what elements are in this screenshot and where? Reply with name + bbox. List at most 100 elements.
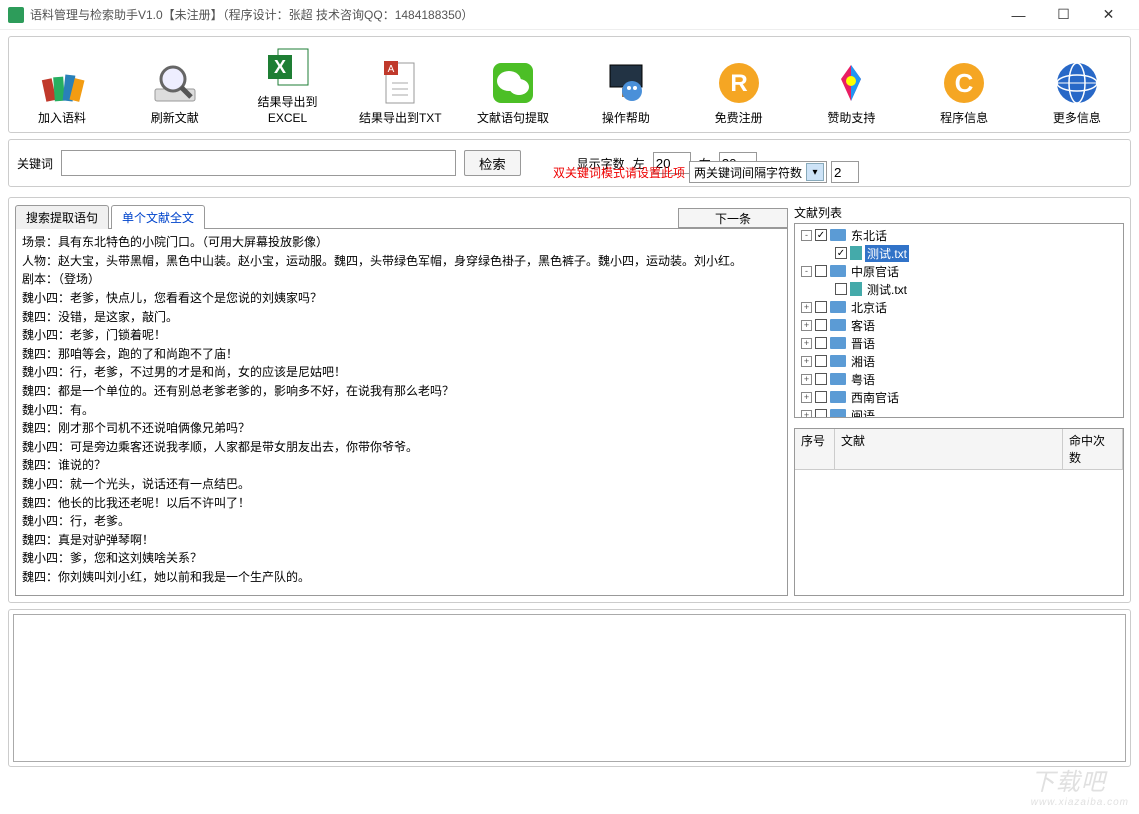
text-line: 魏四：他长的比我还老呢！以后不许叫了！ <box>22 494 781 513</box>
log-textarea[interactable] <box>13 614 1126 762</box>
tree-checkbox[interactable] <box>835 247 847 259</box>
tree-label: 湘语 <box>849 353 877 370</box>
minimize-button[interactable]: — <box>996 1 1041 29</box>
text-line: 魏四：没错，是这家，敲门。 <box>22 308 781 327</box>
toolbar-label: 更多信息 <box>1053 111 1101 127</box>
toolbar: 加入语料 刷新文献 X结果导出到EXCELA结果导出到TXT 文献语句提取 操作帮助R免… <box>13 41 1126 128</box>
tree-file[interactable]: 测试.txt <box>797 280 1121 298</box>
separator-combo[interactable]: 两关键词间隔字符数 ▾ <box>689 161 827 183</box>
text-line: 剧本：（登场） <box>22 270 781 289</box>
file-icon <box>850 246 862 260</box>
tree-toggle-icon[interactable]: - <box>801 266 812 277</box>
tree-folder[interactable]: + 闽语 <box>797 406 1121 418</box>
magnifier-icon <box>151 59 199 107</box>
toolbar-item-books[interactable]: 加入语料 <box>13 41 111 128</box>
toolbar-label: 免费注册 <box>715 111 763 127</box>
th-hits[interactable]: 命中次数 <box>1063 429 1123 469</box>
folder-icon <box>830 337 846 349</box>
tab-search-extract[interactable]: 搜索提取语句 <box>15 205 109 229</box>
toolbar-item-info[interactable]: C程序信息 <box>915 41 1013 128</box>
toolbar-item-sponsor[interactable]: 赞助支持 <box>802 41 900 128</box>
text-line: 魏四：真是对驴弹琴啊！ <box>22 531 781 550</box>
status-line: 当前显示的文献：测试，共计809字 <box>22 594 781 596</box>
toolbar-item-help[interactable]: 操作帮助 <box>577 41 675 128</box>
text-line: 魏小四：行，老爹，不过男的才是和尚，女的应该是尼姑吧！ <box>22 363 781 382</box>
tree-toggle-icon[interactable]: + <box>801 356 812 367</box>
text-line: 魏四：都是一个单位的。还有别总老爹老爹的，影响多不好，在说我有那么老吗？ <box>22 382 781 401</box>
toolbar-label: 结果导出到TXT <box>359 111 442 127</box>
window-title: 语料管理与检索助手V1.0【未注册】（程序设计：张超 技术咨询QQ：148418… <box>30 6 996 23</box>
tree-label: 粤语 <box>849 371 877 388</box>
chevron-down-icon[interactable]: ▾ <box>806 163 824 181</box>
tree-label: 闽语 <box>849 407 877 419</box>
tree-toggle-icon[interactable]: - <box>801 230 812 241</box>
separator-value-input[interactable] <box>831 161 859 183</box>
th-index[interactable]: 序号 <box>795 429 835 469</box>
tree-checkbox[interactable] <box>815 391 827 403</box>
tree-checkbox[interactable] <box>835 283 847 295</box>
toolbar-item-txt[interactable]: A结果导出到TXT <box>351 41 449 128</box>
tree-folder[interactable]: - 中原官话 <box>797 262 1121 280</box>
tree-toggle-icon[interactable]: + <box>801 302 812 313</box>
tree-label: 西南官话 <box>849 389 901 406</box>
excel-icon: X <box>264 43 312 91</box>
tree-label: 中原官话 <box>849 263 901 280</box>
tree-toggle-icon[interactable]: + <box>801 410 812 419</box>
tree-checkbox[interactable] <box>815 355 827 367</box>
tree-toggle-icon[interactable]: + <box>801 374 812 385</box>
document-tree[interactable]: -东北话测试.txt-中原官话测试.txt+北京话+客语+晋语+湘语+粤语+西南… <box>794 223 1124 418</box>
tree-folder[interactable]: + 西南官话 <box>797 388 1121 406</box>
tree-checkbox[interactable] <box>815 229 827 241</box>
text-line: 魏小四：行，老爹。 <box>22 512 781 531</box>
toolbar-item-more[interactable]: 更多信息 <box>1028 41 1126 128</box>
maximize-button[interactable]: ☐ <box>1041 1 1086 29</box>
tabs: 搜索提取语句 单个文献全文 <box>15 205 207 229</box>
text-line: 场景：具有东北特色的小院门口。（可用大屏幕投放影像） <box>22 233 781 252</box>
toolbar-label: 程序信息 <box>940 111 988 127</box>
tree-checkbox[interactable] <box>815 301 827 313</box>
toolbar-label: 文献语句提取 <box>477 111 549 127</box>
toolbar-item-register[interactable]: R免费注册 <box>690 41 788 128</box>
help-icon <box>602 59 650 107</box>
tree-checkbox[interactable] <box>815 409 827 418</box>
tree-checkbox[interactable] <box>815 319 827 331</box>
tree-toggle-icon[interactable]: + <box>801 338 812 349</box>
sponsor-icon <box>827 59 875 107</box>
tabs-row: 搜索提取语句 单个文献全文 下一条 <box>15 204 788 228</box>
tree-folder[interactable]: + 粤语 <box>797 370 1121 388</box>
toolbar-item-magnifier[interactable]: 刷新文献 <box>126 41 224 128</box>
tree-file[interactable]: 测试.txt <box>797 244 1121 262</box>
folder-icon <box>830 355 846 367</box>
tree-label: 晋语 <box>849 335 877 352</box>
tree-label: 测试.txt <box>865 245 909 262</box>
document-text[interactable]: 场景：具有东北特色的小院门口。（可用大屏幕投放影像）人物：赵大宝，头带黑帽，黑色… <box>15 228 788 596</box>
tree-folder[interactable]: -东北话 <box>797 226 1121 244</box>
tree-checkbox[interactable] <box>815 373 827 385</box>
tree-toggle-icon[interactable]: + <box>801 392 812 403</box>
hit-table: 序号 文献 命中次数 <box>794 428 1124 596</box>
left-column: 搜索提取语句 单个文献全文 下一条 场景：具有东北特色的小院门口。（可用大屏幕投… <box>15 204 788 596</box>
tree-folder[interactable]: +北京话 <box>797 298 1121 316</box>
close-button[interactable]: ✕ <box>1086 1 1131 29</box>
tree-folder[interactable]: + 湘语 <box>797 352 1121 370</box>
tree-folder[interactable]: + 晋语 <box>797 334 1121 352</box>
text-line: 魏小四：老爹，快点儿，您看看这个是您说的刘姨家吗？ <box>22 289 781 308</box>
toolbar-label: 刷新文献 <box>151 111 199 127</box>
tree-checkbox[interactable] <box>815 337 827 349</box>
tree-checkbox[interactable] <box>815 265 827 277</box>
tree-toggle-icon[interactable]: + <box>801 320 812 331</box>
toolbar-item-wechat[interactable]: 文献语句提取 <box>464 41 562 128</box>
bottom-panel <box>8 609 1131 767</box>
next-button[interactable]: 下一条 <box>678 208 788 228</box>
folder-icon <box>830 265 846 277</box>
toolbar-item-excel[interactable]: X结果导出到EXCEL <box>239 41 337 128</box>
tab-full-text[interactable]: 单个文献全文 <box>111 205 205 229</box>
watermark: 下载吧 www.xiazaiba.com <box>1031 762 1129 808</box>
folder-icon <box>830 229 846 241</box>
toolbar-label: 加入语料 <box>38 111 86 127</box>
books-icon <box>38 59 86 107</box>
th-document[interactable]: 文献 <box>835 429 1063 469</box>
tree-folder[interactable]: +客语 <box>797 316 1121 334</box>
folder-icon <box>830 391 846 403</box>
text-line: 魏小四：可是旁边乘客还说我孝顺，人家都是带女朋友出去，你带你爷爷。 <box>22 438 781 457</box>
